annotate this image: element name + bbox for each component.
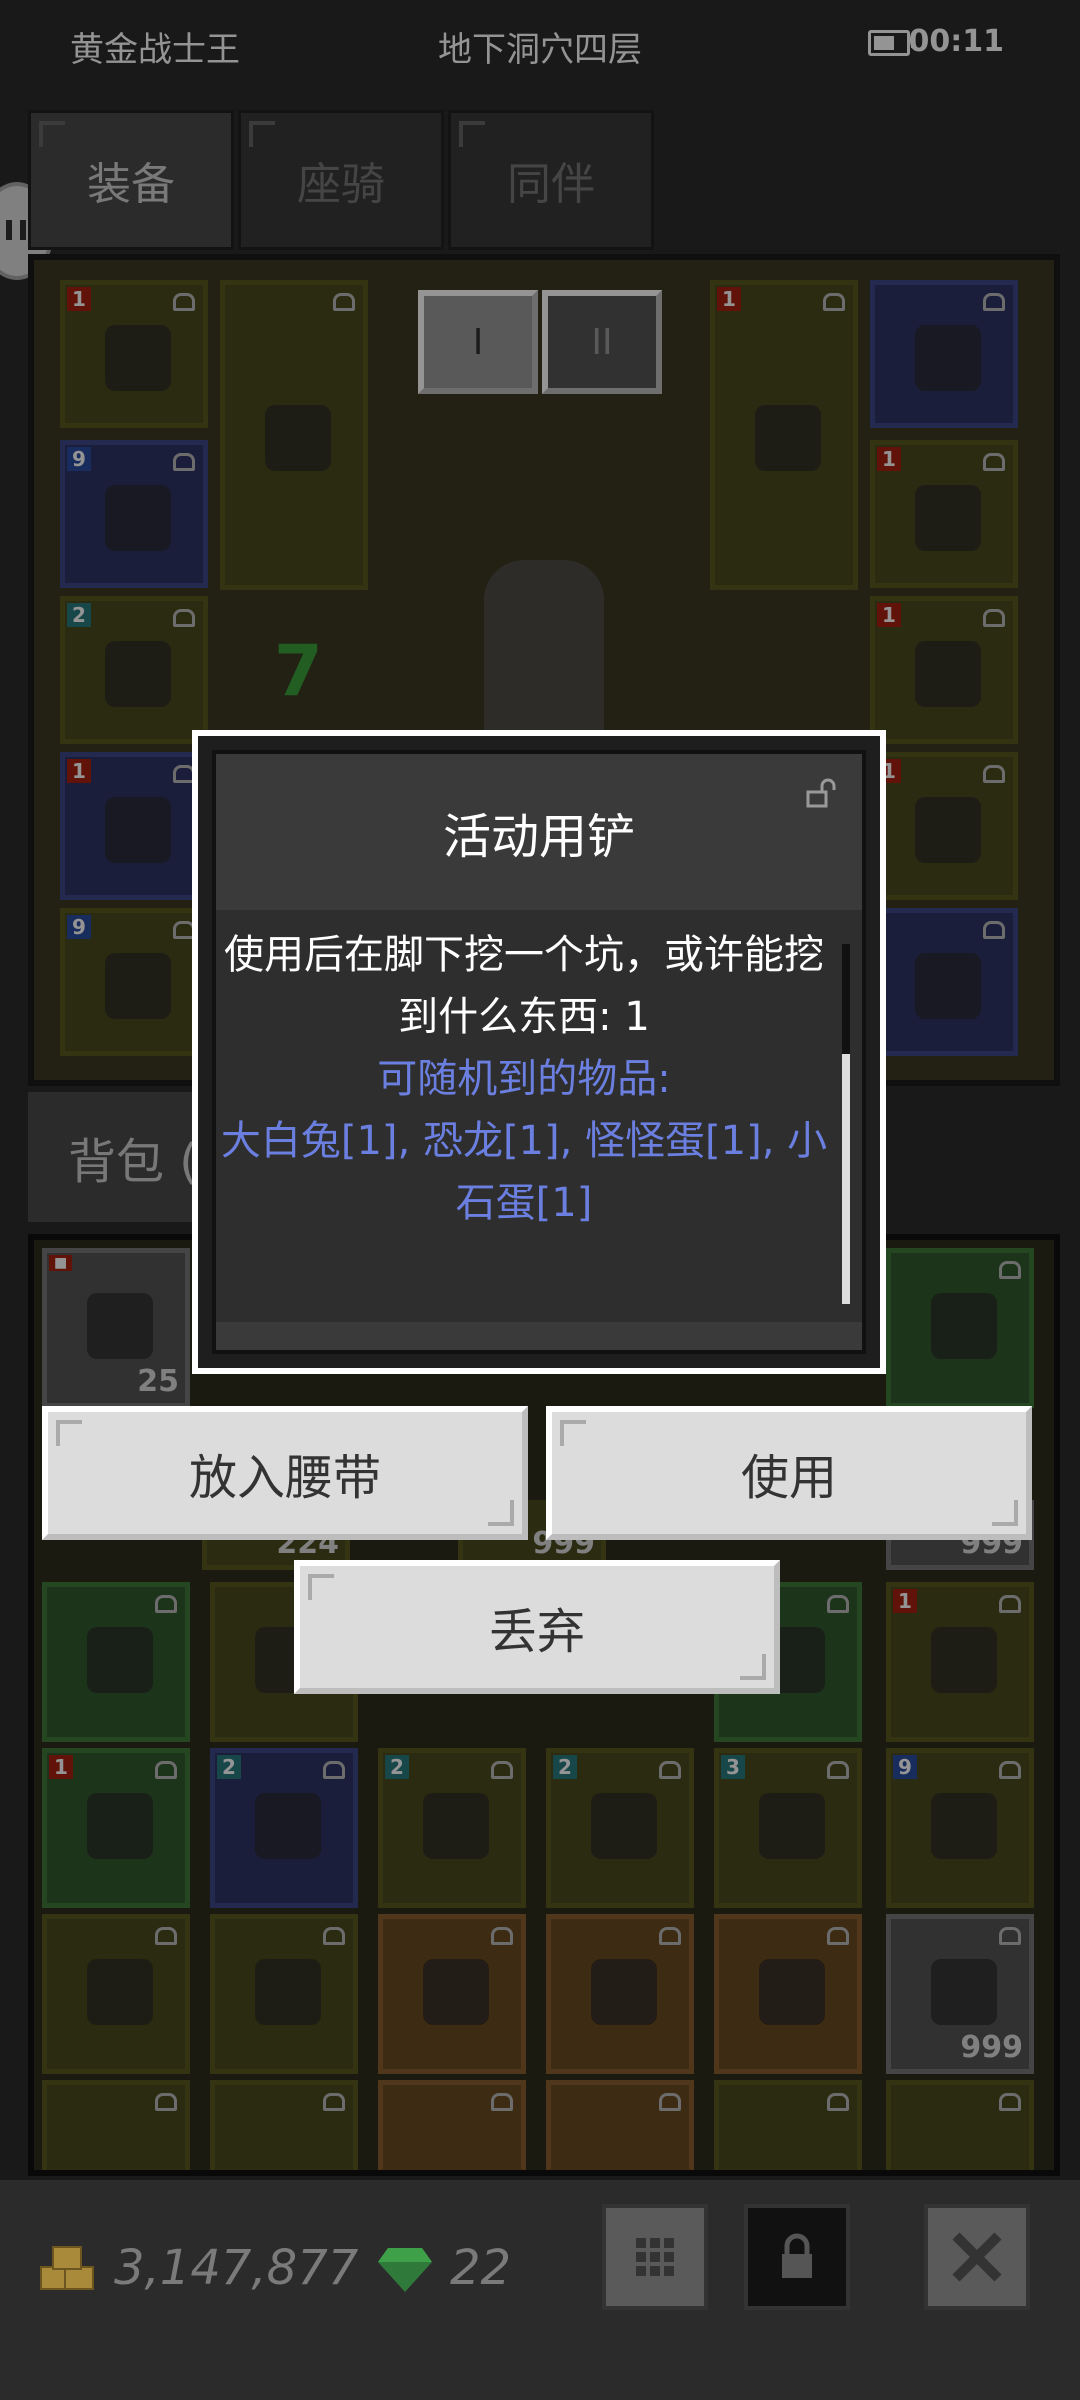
use-button[interactable]: 使用 (546, 1406, 1032, 1540)
close-bag-button[interactable] (924, 2204, 1030, 2310)
gem-icon (378, 2248, 432, 2292)
bottom-bar: 3,147,877 22 (0, 2180, 1080, 2400)
item-description: 使用后在脚下挖一个坑，或许能挖到什么东西: 1 (224, 932, 824, 1040)
close-icon (952, 2232, 1002, 2282)
gold-coins-icon (40, 2246, 98, 2292)
lock-button[interactable] (744, 2204, 850, 2310)
discard-button[interactable]: 丢弃 (294, 1560, 780, 1694)
random-items-label: 可随机到的物品: (377, 1056, 671, 1102)
put-in-belt-button[interactable]: 放入腰带 (42, 1406, 528, 1540)
gem-amount: 22 (450, 2240, 512, 2296)
grid-icon (636, 2238, 674, 2276)
item-detail-dialog: 活动用铲 使用后在脚下挖一个坑，或许能挖到什么东西: 1 可随机到的物品: 大白… (192, 730, 886, 1374)
gold-amount: 3,147,877 (114, 2240, 359, 2296)
item-title: 活动用铲 (442, 809, 635, 865)
grid-view-button[interactable] (602, 2204, 708, 2310)
unlock-icon[interactable] (804, 778, 838, 808)
dialog-scrollbar[interactable] (842, 944, 850, 1304)
random-items-list: 大白兔[1], 恐龙[1], 怪怪蛋[1], 小石蛋[1] (220, 1118, 828, 1226)
lock-icon (782, 2233, 812, 2278)
